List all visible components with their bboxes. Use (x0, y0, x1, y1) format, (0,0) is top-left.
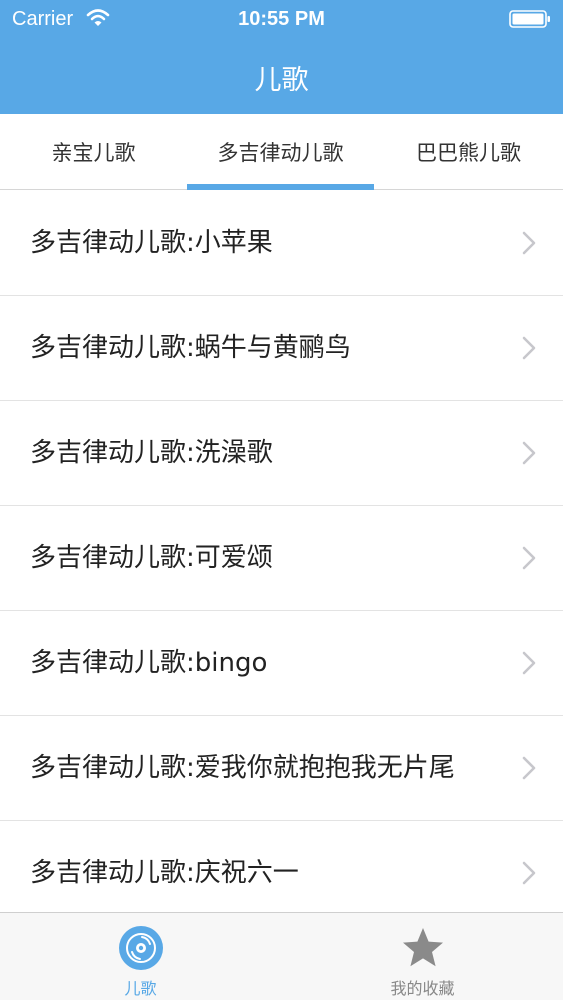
song-title: 多吉律动儿歌:小苹果 (30, 227, 273, 258)
song-list: 多吉律动儿歌:小苹果 多吉律动儿歌:蜗牛与黄鹂鸟 多吉律动儿歌:洗澡歌 多吉律动… (0, 190, 563, 912)
tabbar-label: 我的收藏 (390, 979, 455, 998)
status-bar: Carrier 10:55 PM (0, 0, 563, 38)
page-title: 儿歌 (254, 65, 309, 96)
category-tabs: 亲宝儿歌 多吉律动儿歌 巴巴熊儿歌 (0, 114, 563, 190)
chevron-right-icon (522, 861, 536, 885)
tab-duoji[interactable]: 多吉律动儿歌 (187, 114, 374, 190)
tabbar-item-favorites[interactable]: 我的收藏 (282, 913, 563, 1000)
list-item[interactable]: 多吉律动儿歌:小苹果 (0, 190, 563, 296)
chevron-right-icon (522, 546, 536, 570)
song-title: 多吉律动儿歌:庆祝六一 (30, 857, 299, 888)
tabbar-item-songs[interactable]: 儿歌 (0, 913, 281, 1000)
song-title: 多吉律动儿歌:蜗牛与黄鹂鸟 (30, 332, 351, 363)
header: Carrier 10:55 PM 儿歌 (0, 0, 563, 114)
chevron-right-icon (522, 231, 536, 255)
list-item[interactable]: 多吉律动儿歌:爱我你就抱抱我无片尾 (0, 715, 563, 821)
list-item[interactable]: 多吉律动儿歌:蜗牛与黄鹂鸟 (0, 295, 563, 401)
star-icon (403, 928, 443, 967)
tabbar-label: 儿歌 (124, 979, 157, 998)
battery-icon (509, 10, 550, 28)
tab-label: 亲宝儿歌 (51, 141, 136, 165)
disc-icon (119, 926, 163, 970)
tab-qinbao[interactable]: 亲宝儿歌 (0, 114, 187, 190)
list-item[interactable]: 多吉律动儿歌:庆祝六一 (0, 820, 563, 912)
song-title: 多吉律动儿歌:爱我你就抱抱我无片尾 (30, 752, 455, 783)
song-title: 多吉律动儿歌:可爱颂 (30, 542, 273, 573)
bottom-tab-bar: 儿歌 我的收藏 (0, 912, 563, 1000)
song-title: 多吉律动儿歌:bingo (30, 647, 268, 678)
chevron-right-icon (522, 336, 536, 360)
chevron-right-icon (522, 651, 536, 675)
song-title: 多吉律动儿歌:洗澡歌 (30, 437, 273, 468)
tab-label: 多吉律动儿歌 (217, 141, 344, 165)
list-item[interactable]: 多吉律动儿歌:洗澡歌 (0, 400, 563, 506)
list-item[interactable]: 多吉律动儿歌:bingo (0, 610, 563, 716)
status-time: 10:55 PM (238, 8, 325, 30)
chevron-right-icon (522, 756, 536, 780)
tab-label: 巴巴熊儿歌 (416, 141, 521, 165)
chevron-right-icon (522, 441, 536, 465)
tab-babaxiong[interactable]: 巴巴熊儿歌 (374, 114, 563, 190)
list-item[interactable]: 多吉律动儿歌:可爱颂 (0, 505, 563, 611)
